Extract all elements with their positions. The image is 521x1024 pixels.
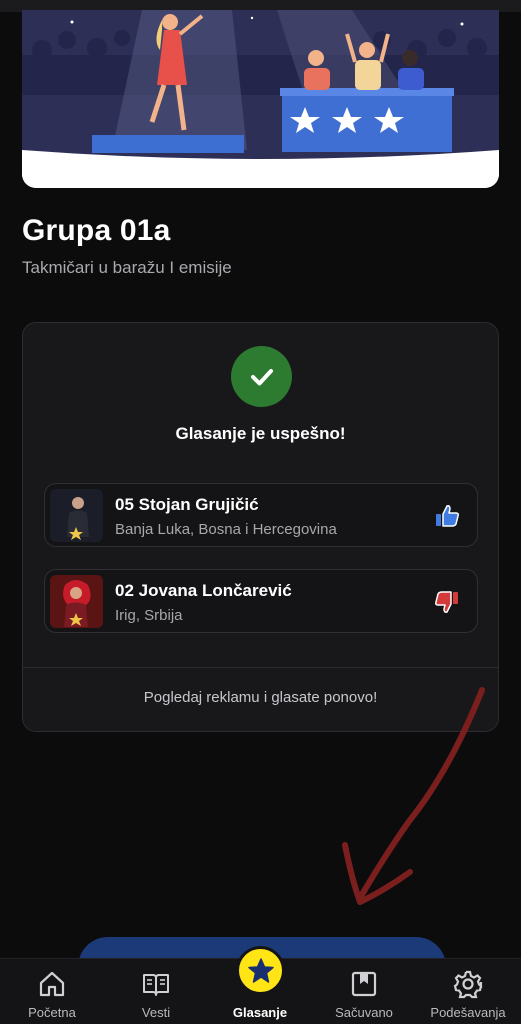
nav-label: Početna <box>28 1005 76 1020</box>
gear-icon <box>453 969 483 999</box>
contestant-photo <box>50 575 103 628</box>
nav-item-saved[interactable]: Sačuvano <box>314 959 414 1024</box>
contestant-name: 02 Jovana Lončarević <box>115 581 292 600</box>
book-icon <box>141 969 171 999</box>
nav-label: Glasanje <box>232 1005 288 1020</box>
vote-result-card: Glasanje je uspešno! 05 Stojan Grujičić … <box>22 322 499 732</box>
home-icon <box>37 969 67 999</box>
divider <box>23 667 498 668</box>
contestant-name: 05 Stojan Grujičić <box>115 495 259 514</box>
contestant-photo <box>50 489 103 542</box>
nav-label: Sačuvano <box>335 1005 393 1020</box>
annotation-arrow <box>330 680 500 925</box>
contestant-row[interactable]: 02 Jovana Lončarević Irig, Srbija <box>44 569 478 633</box>
bookmark-icon <box>349 969 379 999</box>
nav-item-home[interactable]: Početna <box>2 959 102 1024</box>
hero-illustration <box>22 10 499 188</box>
contestant-location: Irig, Srbija <box>115 607 183 624</box>
nav-item-news[interactable]: Vesti <box>106 959 206 1024</box>
contestant-location: Banja Luka, Bosna i Hercegovina <box>115 521 337 538</box>
success-message: Glasanje je uspešno! <box>175 424 346 443</box>
nav-label: Podešavanja <box>430 1005 506 1020</box>
star-icon[interactable] <box>236 946 285 995</box>
check-icon <box>231 346 292 407</box>
group-subtitle: Takmičari u baražu I emisije <box>22 258 232 277</box>
thumbs-up-icon[interactable] <box>433 502 461 530</box>
nav-label: Vesti <box>141 1005 171 1020</box>
thumbs-down-icon[interactable] <box>433 588 461 616</box>
contestant-row[interactable]: 05 Stojan Grujičić Banja Luka, Bosna i H… <box>44 483 478 547</box>
group-title: Grupa 01a <box>22 214 171 247</box>
nav-item-settings[interactable]: Podešavanja <box>418 959 518 1024</box>
